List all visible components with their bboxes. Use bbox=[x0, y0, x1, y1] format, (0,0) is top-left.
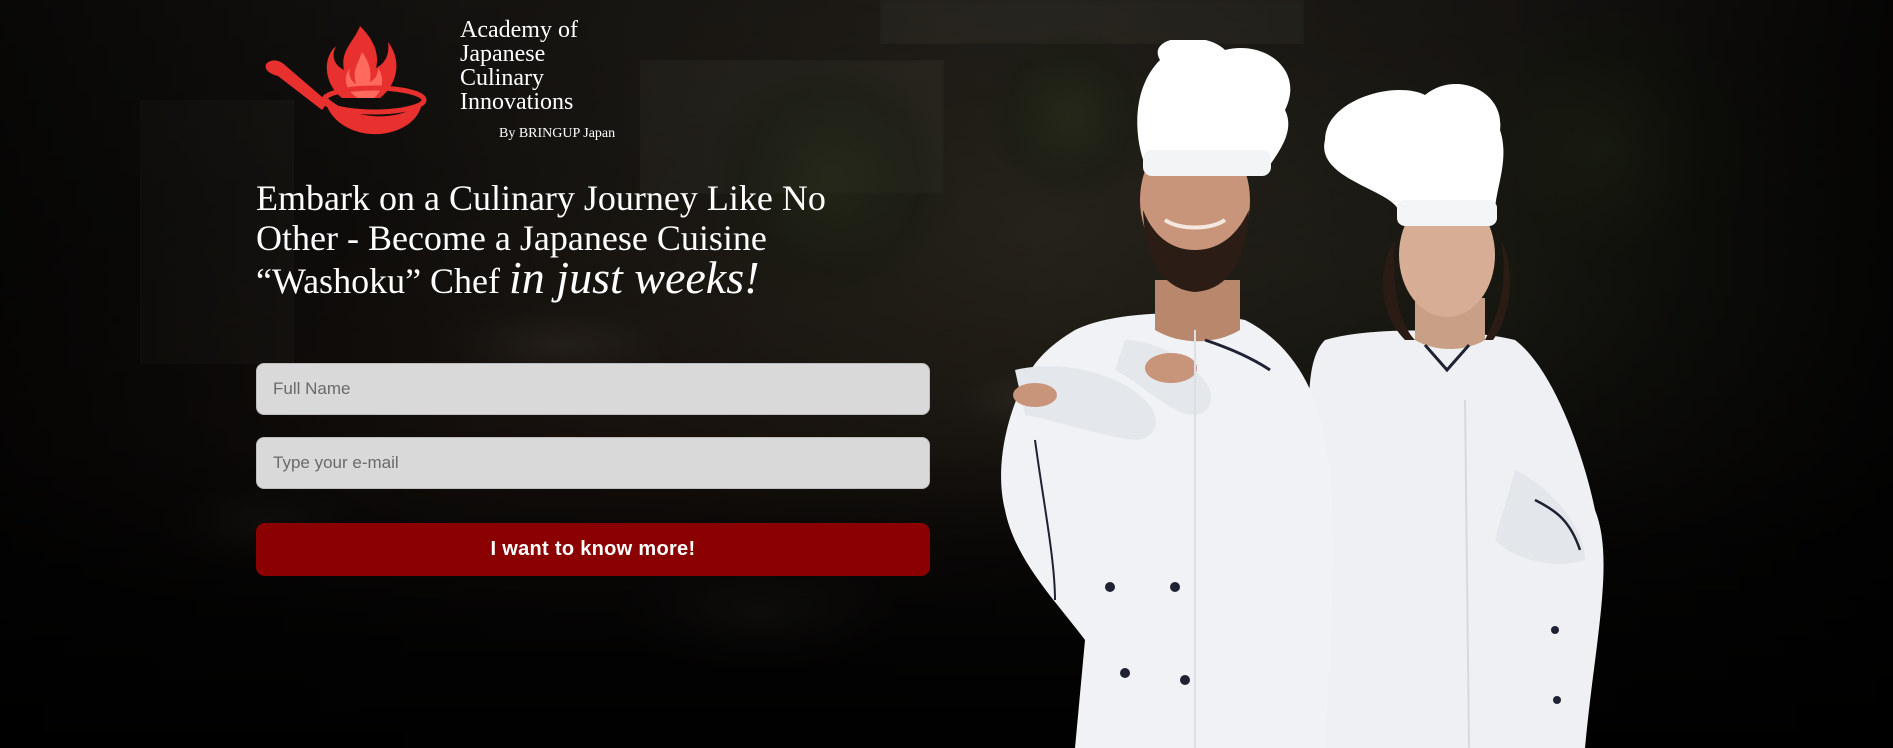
logo-line-2: Japanese bbox=[460, 41, 546, 67]
female-chef bbox=[1308, 83, 1604, 748]
logo-byline: By BRINGUP Japan bbox=[499, 126, 616, 141]
email-input[interactable] bbox=[256, 437, 930, 489]
logo-line-4: Innovations bbox=[460, 89, 574, 115]
flaming-pan-icon bbox=[265, 26, 427, 135]
full-name-input[interactable] bbox=[256, 363, 930, 415]
logo-line-3: Culinary bbox=[460, 65, 544, 91]
academy-name: Academy of Japanese Culinary Innovations bbox=[460, 18, 620, 114]
know-more-button[interactable]: I want to know more! bbox=[256, 523, 930, 576]
landing-page: Academy of Japanese Culinary Innovations… bbox=[0, 0, 1893, 748]
headline-emphasis: in just weeks! bbox=[509, 252, 760, 303]
male-chef bbox=[1001, 40, 1333, 748]
logo-line-1: Academy of bbox=[460, 17, 578, 43]
hero-headline: Embark on a Culinary Journey Like No Oth… bbox=[256, 178, 896, 301]
two-chefs-crossed-arms-photo bbox=[1001, 40, 1604, 748]
academy-logo[interactable]: Academy of Japanese Culinary Innovations… bbox=[262, 18, 642, 148]
